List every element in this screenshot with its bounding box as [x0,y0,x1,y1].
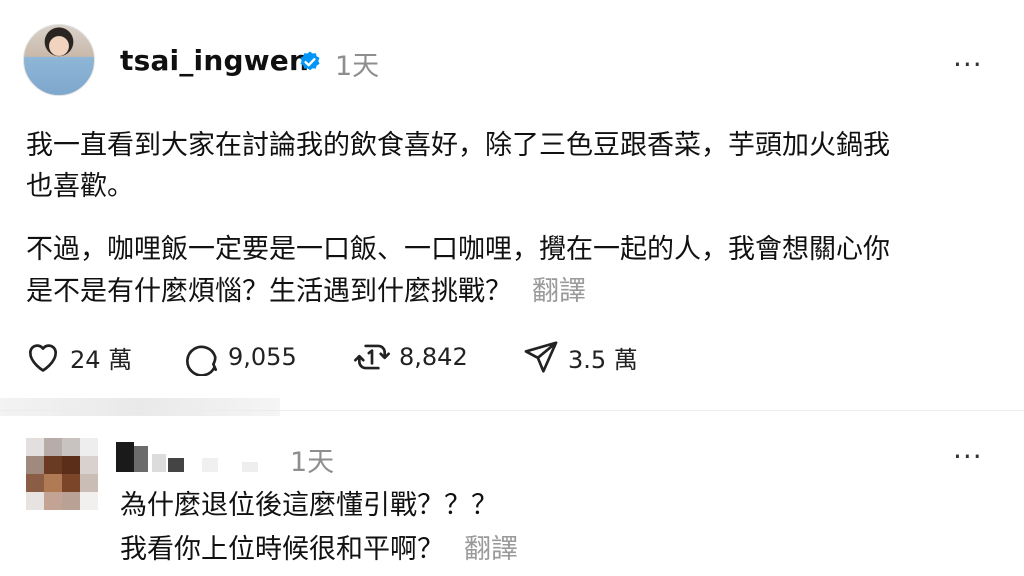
blurred-area [0,398,280,416]
like-count: 24 萬 [70,345,133,374]
repost-icon [354,344,390,370]
comment-timestamp: 1天 [290,447,335,478]
main-post: tsai_ingwen 1天 ··· 我一直看到大家在討論我的飲食喜好，除了三色… [0,0,1024,400]
comment-count: 9,055 [228,343,297,371]
post-text-line: 也喜歡。 [26,171,134,202]
comment-button[interactable]: 9,055 [182,338,297,376]
comment-bubble-icon [186,345,218,376]
post-actions-bar: 24 萬 9,055 8,842 3.5 萬 [0,338,700,378]
commenter-username-pixelated[interactable] [112,438,282,476]
post-text-line: 不過，咖哩飯一定要是一口飯、一口咖哩，攪在一起的人，我會想關心你 [26,234,890,265]
author-avatar[interactable] [23,24,95,96]
comment-more-options-icon[interactable]: ··· [953,440,983,473]
comment-translate-link[interactable]: 翻譯 [464,534,518,565]
commenter-avatar-pixelated[interactable] [26,438,98,510]
like-button[interactable]: 24 萬 [24,338,132,376]
post-divider [0,410,1024,411]
share-count: 3.5 萬 [568,345,638,374]
post-timestamp: 1天 [335,51,380,82]
post-translate-link[interactable]: 翻譯 [532,276,586,307]
comment-text-line: 為什麼退位後這麼懂引戰？？？ [120,490,498,521]
comment-text-content: 我看你上位時候很和平啊？ [120,534,444,565]
post-text-line: 我一直看到大家在討論我的飲食喜好，除了三色豆跟香菜，芋頭加火鍋我 [26,130,890,161]
comment-text-line: 我看你上位時候很和平啊？ 翻譯 [120,527,518,566]
repost-count: 8,842 [399,343,468,371]
post-text-content: 是不是有什麼煩惱？生活遇到什麼挑戰？ [26,276,512,307]
author-username[interactable]: tsai_ingwen [120,44,309,77]
post-more-options-icon[interactable]: ··· [953,48,983,81]
share-button[interactable]: 3.5 萬 [522,338,638,376]
heart-icon [28,344,58,372]
verified-badge-icon [300,51,320,71]
send-paper-plane-icon [524,341,558,373]
repost-button[interactable]: 8,842 [353,338,468,376]
post-text-line: 是不是有什麼煩惱？生活遇到什麼挑戰？ 翻譯 [26,270,586,314]
